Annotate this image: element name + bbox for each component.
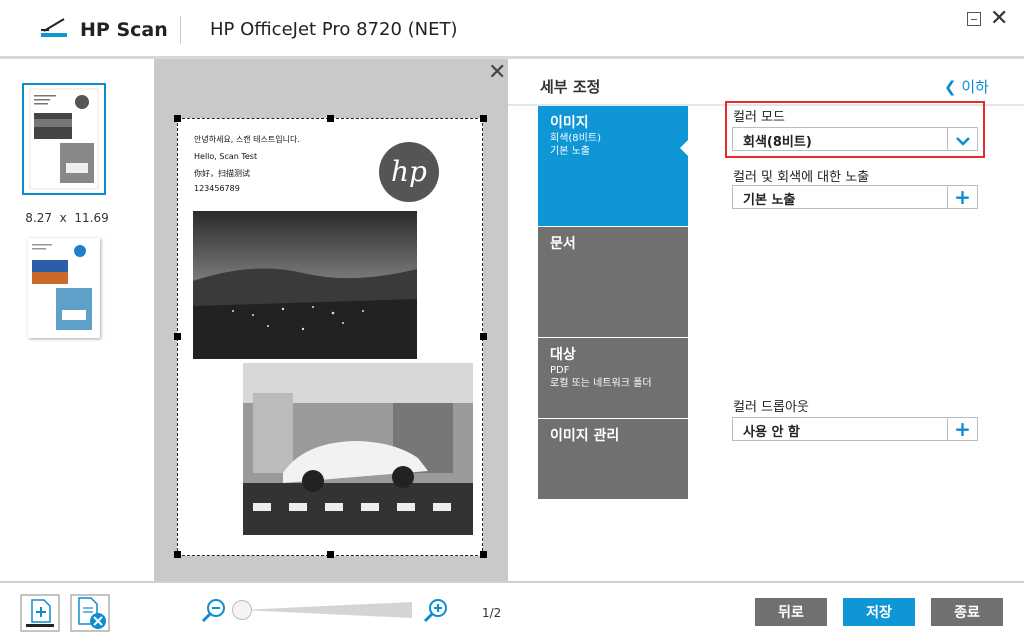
close-preview-icon[interactable]: ✕ <box>488 62 506 84</box>
tab-destination[interactable]: 대상 PDF 로컬 또는 네트워크 폴더 <box>538 338 688 418</box>
thumbnail-1[interactable] <box>22 83 106 195</box>
save-button[interactable]: 저장 <box>843 598 915 626</box>
tab-image-sub: 기본 노출 <box>550 146 590 157</box>
hp-scan-logo-icon <box>41 18 67 37</box>
tab-image-management-label: 이미지 관리 <box>550 428 620 444</box>
back-link-label: 이하 <box>961 78 989 96</box>
crop-handle[interactable] <box>327 115 334 122</box>
chevron-left-icon: ❮ <box>944 78 957 96</box>
page-size-label: 8.27 x 11.69 <box>25 211 109 225</box>
exposure-label: 컬러 및 회색에 대한 노출 <box>733 170 870 185</box>
tab-image-label: 이미지 <box>550 115 589 131</box>
tab-image-management[interactable]: 이미지 관리 <box>538 419 688 499</box>
color-dropout-value: 사용 안 함 <box>743 425 800 440</box>
zoom-slider-thumb[interactable] <box>232 600 252 620</box>
plus-icon[interactable]: + <box>947 418 977 440</box>
close-window-icon[interactable]: ✕ <box>990 8 1008 30</box>
back-link[interactable]: ❮ 이하 <box>944 76 989 97</box>
crop-handle[interactable] <box>480 551 487 558</box>
crop-handle[interactable] <box>480 333 487 340</box>
thumbnail-2[interactable] <box>28 238 100 338</box>
device-name: HP OfficeJet Pro 8720 (NET) <box>210 19 458 40</box>
tab-destination-sub: 로컬 또는 네트워크 폴더 <box>550 378 652 389</box>
tab-image[interactable]: 이미지 회색(8비트) 기본 노출 <box>538 106 688 226</box>
svg-text:hp: hp <box>391 155 427 188</box>
app-title: HP Scan <box>80 19 168 41</box>
tab-destination-sub: PDF <box>550 365 570 376</box>
zoom-in-icon[interactable] <box>422 598 450 624</box>
page-text-line: 안녕하세요, 스캔 테스트입니다. <box>194 135 300 144</box>
title-bar: HP Scan HP OfficeJet Pro 8720 (NET) ✕ <box>0 0 1024 58</box>
tab-destination-label: 대상 <box>550 347 576 363</box>
back-button[interactable]: 뒤로 <box>755 598 827 626</box>
settings-title: 세부 조정 <box>540 78 601 96</box>
crop-handle[interactable] <box>174 115 181 122</box>
tab-document[interactable]: 문서 <box>538 227 688 337</box>
color-dropout-label: 컬러 드롭아웃 <box>733 400 809 415</box>
add-page-icon[interactable] <box>20 594 60 632</box>
delete-page-icon[interactable] <box>70 594 110 632</box>
thumbnail-1-image <box>29 88 99 190</box>
scanned-page[interactable]: 안녕하세요, 스캔 테스트입니다. Hello, Scan Test 你好，扫描… <box>177 118 483 556</box>
crop-handle[interactable] <box>480 115 487 122</box>
minimize-icon[interactable] <box>967 12 981 26</box>
active-tab-indicator <box>680 140 688 156</box>
highlight-box <box>725 101 985 158</box>
zoom-out-icon[interactable] <box>200 598 228 624</box>
color-dropout-field[interactable]: 사용 안 함 + <box>732 417 978 441</box>
crop-handle[interactable] <box>327 551 334 558</box>
tab-document-label: 문서 <box>550 236 576 252</box>
car-showroom-photo <box>243 363 473 535</box>
crop-handle[interactable] <box>174 333 181 340</box>
page-text-line: 123456789 <box>194 184 240 193</box>
tab-image-sub: 회색(8비트) <box>550 133 601 144</box>
page-text-line: 你好，扫描测试 <box>194 169 250 178</box>
crop-handle[interactable] <box>174 551 181 558</box>
thumbnail-2-image <box>28 238 100 338</box>
exposure-value: 기본 노출 <box>743 193 796 208</box>
page-text-line: Hello, Scan Test <box>194 152 258 161</box>
page-count: 1/2 <box>482 606 502 620</box>
exit-button[interactable]: 종료 <box>931 598 1003 626</box>
exposure-field[interactable]: 기본 노출 + <box>732 185 978 209</box>
hp-logo-icon: hp <box>379 142 439 202</box>
plus-icon[interactable]: + <box>947 186 977 208</box>
night-city-photo <box>193 211 417 359</box>
title-separator <box>180 16 181 44</box>
